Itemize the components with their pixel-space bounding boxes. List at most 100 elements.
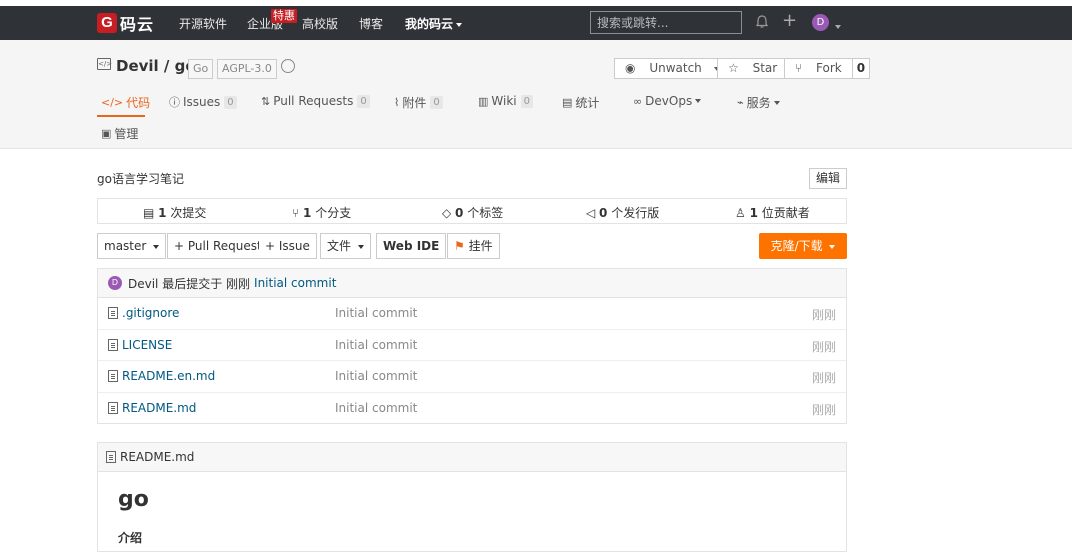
stat-tags[interactable]: ◇ 0 个标签 xyxy=(442,204,503,221)
file-icon xyxy=(108,401,118,414)
file-row: LICENSE Initial commit 刚刚 xyxy=(98,330,846,361)
fork-button[interactable]: ⑂ Fork 0 xyxy=(784,58,871,79)
file-link[interactable]: README.md xyxy=(108,401,196,415)
issue-icon: ⓘ xyxy=(169,96,180,109)
file-commit-time: 刚刚 xyxy=(811,339,836,354)
clone-download-button[interactable]: 克隆/下载 xyxy=(759,233,847,259)
repo-stats-bar: ▤ 1 次提交 ⑂ 1 个分支 ◇ 0 个标签 ◁ 0 个发行版 ♙ 1 位贡献… xyxy=(97,198,847,224)
license-tag[interactable]: AGPL-3.0 xyxy=(217,59,277,79)
nav-open-source[interactable]: 开源软件 xyxy=(179,15,227,32)
tab-manage[interactable]: ▣ 管理 xyxy=(101,125,138,142)
file-icon xyxy=(108,370,118,382)
readme-filename[interactable]: README.md xyxy=(120,450,194,464)
last-commit-bar: D Devil 最后提交于 刚刚 Initial commit xyxy=(98,269,846,298)
active-tab-indicator xyxy=(97,115,145,117)
release-icon: ◁ xyxy=(586,206,600,220)
logo-text: 码云 xyxy=(120,15,155,34)
caret-down-icon xyxy=(357,244,364,249)
medal-icon[interactable] xyxy=(281,59,295,73)
file-commit-message[interactable]: Initial commit xyxy=(335,369,417,383)
file-row: .gitignore Initial commit 刚刚 xyxy=(98,298,846,330)
readme-header: README.md xyxy=(98,443,846,472)
stat-releases[interactable]: ◁ 0 个发行版 xyxy=(586,204,659,221)
file-commit-time: 刚刚 xyxy=(811,308,836,322)
pulse-icon: ⌁ xyxy=(737,96,744,109)
caret-down-icon[interactable] xyxy=(832,19,841,33)
file-menu-button[interactable]: 文件 xyxy=(320,233,371,259)
tab-devops[interactable]: ∞ DevOps xyxy=(633,94,702,108)
repo-header: </> Devil / go Go AGPL-3.0 ◉ Unwatch 1 ☆… xyxy=(0,40,1072,149)
file-commit-message[interactable]: Initial commit xyxy=(335,401,417,415)
fork-count[interactable]: 0 xyxy=(851,59,869,78)
contributors-icon: ♙ xyxy=(735,206,750,220)
commit-author-avatar[interactable]: D xyxy=(108,276,122,290)
search-input[interactable] xyxy=(590,11,742,34)
file-list: D Devil 最后提交于 刚刚 Initial commit .gitigno… xyxy=(97,268,847,424)
pull-request-icon: ⇅ xyxy=(261,94,271,108)
repo-description: go语言学习笔记 xyxy=(97,172,184,186)
nav-education[interactable]: 高校版 xyxy=(302,15,338,32)
tab-attachments[interactable]: ⌇ 附件 0 xyxy=(394,94,443,111)
caret-down-icon xyxy=(829,244,836,249)
star-label: ☆ Star xyxy=(718,59,787,78)
web-ide-button[interactable]: Web IDE xyxy=(376,233,447,259)
plus-icon[interactable]: + xyxy=(782,12,797,30)
stat-branches[interactable]: ⑂ 1 个分支 xyxy=(292,204,351,221)
star-icon: ☆ xyxy=(728,61,739,75)
tab-pull-requests[interactable]: ⇅ Pull Requests 0 xyxy=(261,94,370,108)
fork-label: ⑂ Fork xyxy=(785,59,852,78)
fork-icon: ⑂ xyxy=(795,61,803,75)
logo[interactable]: G 码云 xyxy=(97,12,154,34)
file-icon xyxy=(106,451,116,463)
tab-issues[interactable]: ⓘ Issues 0 xyxy=(169,94,237,110)
file-commit-message[interactable]: Initial commit xyxy=(335,306,417,320)
repo-icon: </> xyxy=(97,58,113,70)
nav-my-gitee[interactable]: 我的码云 xyxy=(405,15,463,32)
tab-services[interactable]: ⌁ 服务 xyxy=(737,94,780,111)
tab-statistics[interactable]: ▤ 统计 xyxy=(562,94,599,111)
file-link[interactable]: .gitignore xyxy=(108,306,179,320)
file-row: README.en.md Initial commit 刚刚 xyxy=(98,361,846,393)
bookmark-icon: ⚑ xyxy=(454,239,465,253)
nav-blog[interactable]: 博客 xyxy=(359,15,383,32)
caret-down-icon xyxy=(456,22,463,27)
file-icon xyxy=(108,338,118,351)
pull-request-button[interactable]: + Pull Request xyxy=(167,233,269,259)
file-commit-message[interactable]: Initial commit xyxy=(335,338,417,352)
commit-icon: ▤ xyxy=(143,206,159,220)
book-icon: ▥ xyxy=(478,94,489,108)
top-navbar: G 码云 开源软件 企业版 特惠 高校版 博客 我的码云 + D xyxy=(0,6,1072,40)
file-commit-time: 刚刚 xyxy=(811,371,836,385)
tab-wiki[interactable]: ▥ Wiki 0 xyxy=(478,94,533,108)
file-link[interactable]: README.en.md xyxy=(108,369,215,383)
bell-icon[interactable] xyxy=(754,14,770,30)
user-avatar[interactable]: D xyxy=(812,14,829,31)
file-row: README.md Initial commit 刚刚 xyxy=(98,393,846,425)
infinity-icon: ∞ xyxy=(633,94,643,108)
bar-chart-icon: ▤ xyxy=(562,96,573,109)
promo-badge: 特惠 xyxy=(271,9,297,23)
edit-button[interactable]: 编辑 xyxy=(809,168,847,189)
branch-icon: ⑂ xyxy=(292,206,304,220)
readme-subtitle: 介绍 xyxy=(118,531,143,545)
widget-button[interactable]: ⚑ 挂件 xyxy=(447,233,500,259)
logo-mark: G xyxy=(97,13,117,33)
language-tag[interactable]: Go xyxy=(188,59,214,79)
file-link[interactable]: LICENSE xyxy=(108,338,172,352)
tab-code[interactable]: </> 代码 xyxy=(101,94,150,111)
tag-icon: ◇ xyxy=(442,206,456,220)
file-icon xyxy=(108,307,118,319)
caret-down-icon xyxy=(153,244,160,249)
repo-title[interactable]: Devil / go xyxy=(116,57,196,75)
code-icon: </> xyxy=(101,96,124,109)
stat-contributors[interactable]: ♙ 1 位贡献者 xyxy=(735,204,810,221)
last-commit-message[interactable]: Initial commit xyxy=(254,276,336,290)
nav-my-gitee-label: 我的码云 xyxy=(405,17,454,31)
paperclip-icon: ⌇ xyxy=(394,96,400,109)
file-commit-time: 刚刚 xyxy=(811,402,836,417)
last-commit-text: Devil 最后提交于 刚刚 xyxy=(128,276,251,291)
stat-commits[interactable]: ▤ 1 次提交 xyxy=(143,204,206,221)
settings-doc-icon: ▣ xyxy=(101,127,112,140)
branch-select[interactable]: master xyxy=(97,233,167,259)
issue-button[interactable]: + Issue xyxy=(259,233,317,259)
